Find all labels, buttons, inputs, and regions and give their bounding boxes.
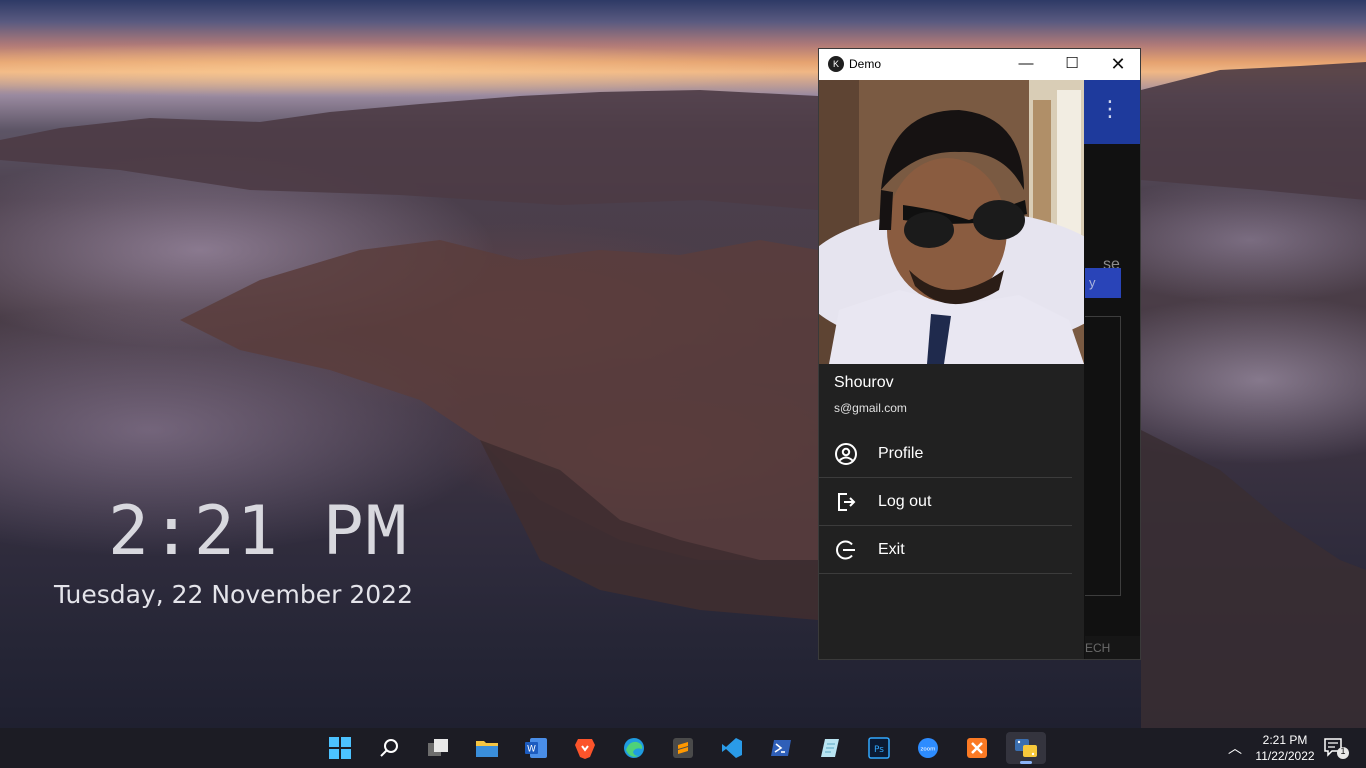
drawer-item-logout[interactable]: Log out <box>819 478 1072 526</box>
drawer-item-label: Exit <box>878 541 905 558</box>
notification-count-badge: 1 <box>1340 746 1346 756</box>
task-view-icon[interactable] <box>418 732 458 764</box>
user-name: Shourov <box>834 374 894 391</box>
drawer-item-profile[interactable]: Profile <box>819 430 1072 478</box>
logout-icon <box>834 490 858 514</box>
edge-icon[interactable] <box>614 732 654 764</box>
photoshop-icon[interactable]: Ps <box>859 732 899 764</box>
exit-icon <box>834 538 858 562</box>
tray-overflow-chevron-icon[interactable]: ︿ <box>1228 738 1242 758</box>
search-icon[interactable] <box>369 732 409 764</box>
window-titlebar[interactable]: K Demo — ☐ ✕ <box>819 49 1140 80</box>
zoom-icon[interactable]: zoom <box>908 732 948 764</box>
brave-icon[interactable] <box>565 732 605 764</box>
background-button-label: y <box>1089 275 1096 290</box>
wallpaper-mountains <box>0 62 1366 728</box>
notepad-icon[interactable] <box>810 732 850 764</box>
drawer-item-exit[interactable]: Exit <box>819 526 1072 574</box>
window-title: Demo <box>849 57 882 71</box>
user-email: s@gmail.com <box>834 401 907 415</box>
account-circle-icon <box>834 442 858 466</box>
demo-window: K Demo — ☐ ✕ ⋮ se y ECH Shourov s@gmail.… <box>818 48 1141 660</box>
notification-center-icon[interactable]: 1 <box>1322 736 1354 760</box>
close-button[interactable]: ✕ <box>1095 49 1140 80</box>
desktop-wallpaper: 2:21 PM Tuesday, 22 November 2022 <box>0 0 1366 728</box>
background-card <box>1085 316 1121 596</box>
minimize-button[interactable]: — <box>1003 49 1049 80</box>
profile-photo-illustration <box>819 80 1084 364</box>
tray-date: 11/22/2022 <box>1255 749 1315 763</box>
background-footer: ECH <box>1085 636 1140 659</box>
user-profile-photo <box>819 80 1084 364</box>
python-icon[interactable] <box>1006 732 1046 764</box>
svg-text:zoom: zoom <box>921 747 936 753</box>
sublime-text-icon[interactable] <box>663 732 703 764</box>
start-icon[interactable] <box>320 732 360 764</box>
desktop-clock: 2:21 PM <box>108 492 409 571</box>
xampp-icon[interactable] <box>957 732 997 764</box>
powershell-icon[interactable] <box>761 732 801 764</box>
taskbar: W Ps zoom ︿ 2:21 PM 11/22/2022 1 <box>0 728 1366 768</box>
word-icon[interactable]: W <box>516 732 556 764</box>
svg-text:W: W <box>527 745 536 755</box>
kivy-app-icon: K <box>828 56 844 72</box>
drawer-item-label: Log out <box>878 493 932 510</box>
background-button[interactable]: y <box>1085 268 1121 298</box>
drawer-item-label: Profile <box>878 445 924 462</box>
file-explorer-icon[interactable] <box>467 732 507 764</box>
maximize-button[interactable]: ☐ <box>1049 49 1095 80</box>
vscode-icon[interactable] <box>712 732 752 764</box>
navigation-drawer: Shourov s@gmail.com Profile Log out Exit <box>819 80 1084 659</box>
tray-time: 2:21 PM <box>1262 733 1308 747</box>
svg-text:Ps: Ps <box>874 745 884 755</box>
tray-clock[interactable]: 2:21 PM 11/22/2022 <box>1252 732 1318 764</box>
desktop-date: Tuesday, 22 November 2022 <box>54 580 413 609</box>
overflow-menu-icon[interactable]: ⋮ <box>1099 98 1121 120</box>
